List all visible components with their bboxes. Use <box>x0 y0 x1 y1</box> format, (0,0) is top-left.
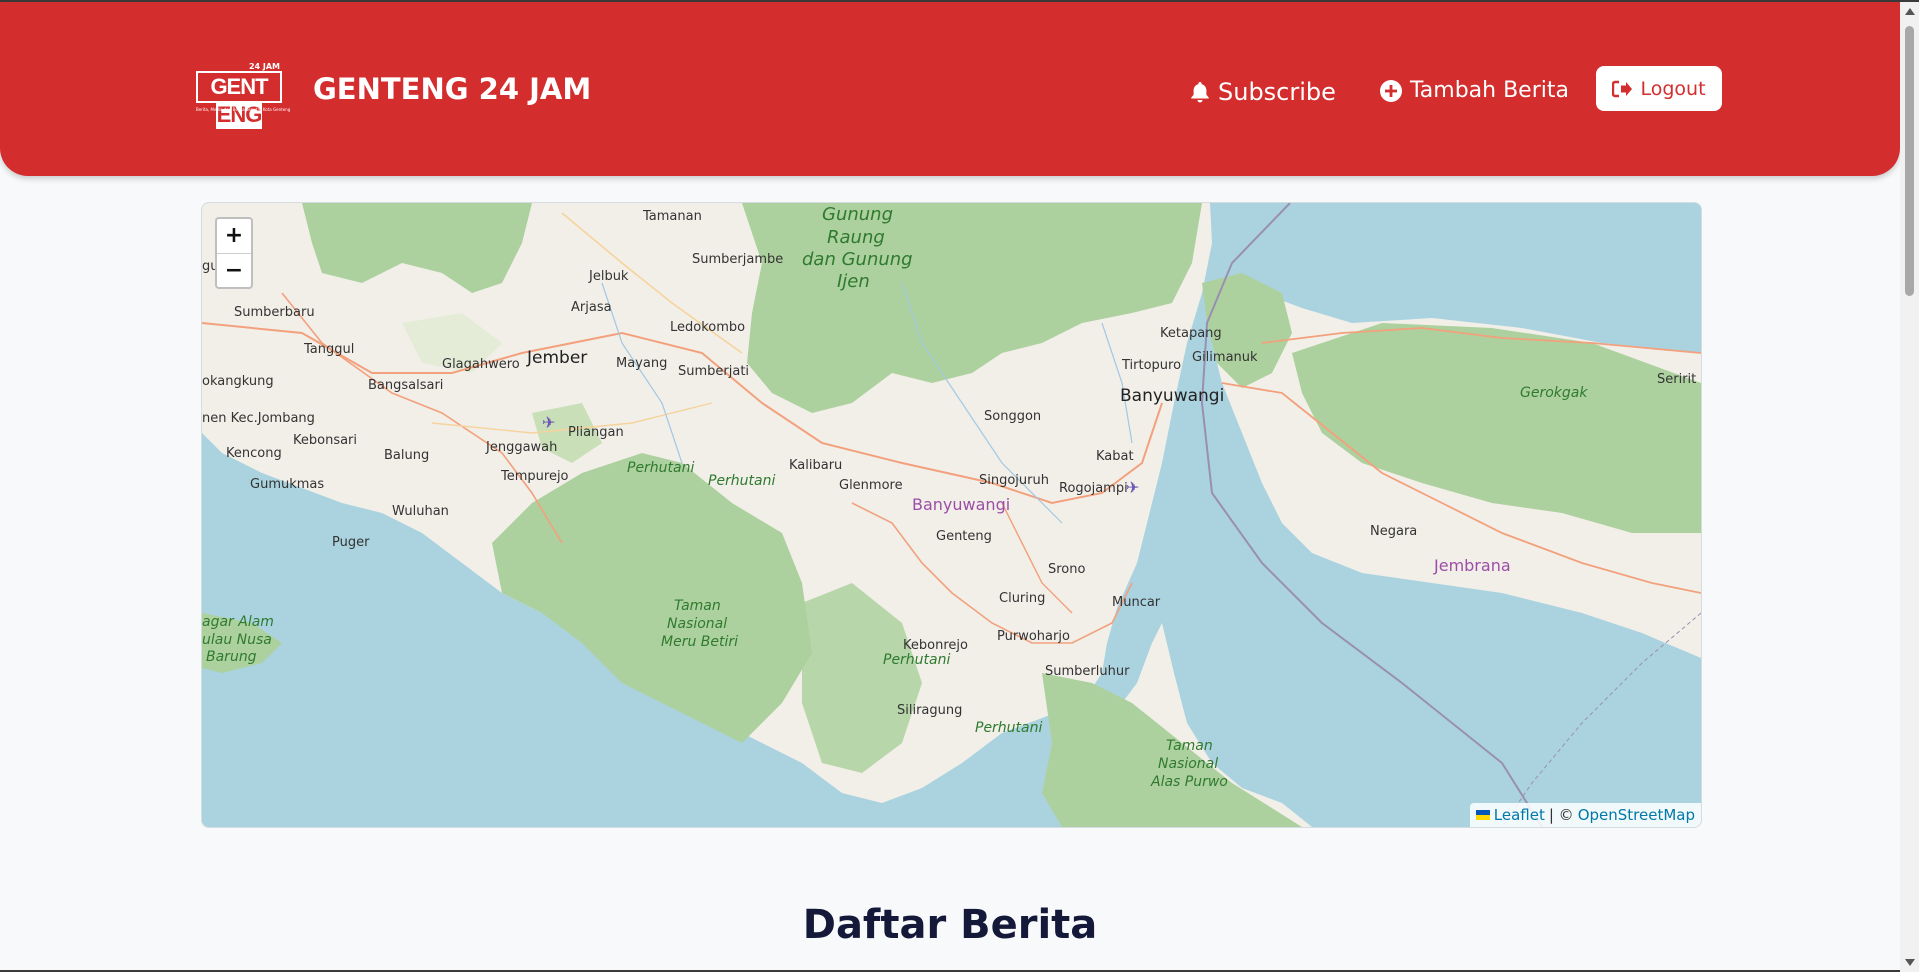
map-label: Siliragung <box>897 703 962 718</box>
attribution-separator: | © <box>1548 806 1574 824</box>
map-label: Kebonsari <box>293 433 357 448</box>
map-label: Seririt <box>1657 372 1696 387</box>
logo-tagline: Berita, Media dan Berita Seputar Kota Ge… <box>196 107 291 112</box>
tambah-berita-label: Tambah Berita <box>1410 78 1569 103</box>
map-label: Negara <box>1370 524 1417 539</box>
map-label: Purwoharjo <box>997 629 1070 644</box>
map-label: Srono <box>1048 562 1086 577</box>
map-label: Jember <box>526 348 587 368</box>
map-label: ulau Nusa <box>202 632 272 648</box>
map-label: Perhutani <box>975 720 1042 736</box>
tambah-berita-link[interactable]: Tambah Berita <box>1380 78 1569 103</box>
site-logo[interactable]: 24 JAM GENTENG Berita, Media dan Berita … <box>196 62 290 129</box>
map-label: Bangsalsari <box>368 378 443 393</box>
subscribe-label: Subscribe <box>1218 78 1336 106</box>
map-label: Sumberjati <box>678 364 749 379</box>
map-label: nen Kec.Jombang <box>202 411 315 426</box>
map-label: Taman <box>674 598 721 614</box>
map-label: Kebonrejo <box>903 638 968 653</box>
map-attribution: Leaflet | © OpenStreetMap <box>1469 803 1701 827</box>
zoom-control: + − <box>215 217 253 289</box>
subscribe-link[interactable]: Subscribe <box>1190 78 1336 106</box>
map-label: Gilimanuk <box>1192 350 1258 365</box>
map-label: Cluring <box>999 591 1045 606</box>
map-label: dan Gunung <box>802 249 913 270</box>
map-label: Glenmore <box>839 478 903 493</box>
svg-text:✈: ✈ <box>1126 478 1139 497</box>
map-label: Songgon <box>984 409 1041 424</box>
map-label: Nasional <box>667 616 727 632</box>
map-label: Gerokgak <box>1520 385 1588 401</box>
map-label: Kalibaru <box>789 458 842 473</box>
map-label: Raung <box>827 227 885 248</box>
site-header: 24 JAM GENTENG Berita, Media dan Berita … <box>0 2 1900 176</box>
map-label: Rogojampi <box>1059 481 1128 496</box>
plus-circle-icon <box>1380 79 1402 102</box>
map-label: Banyuwangi <box>1120 386 1224 406</box>
map-label: agar Alam <box>202 614 274 630</box>
logout-button[interactable]: Logout <box>1596 66 1722 111</box>
map-label: Gunung <box>822 204 893 225</box>
map-label: Taman <box>1166 738 1213 754</box>
map-label: Ijen <box>837 271 870 292</box>
map-label: Tamanan <box>642 209 702 224</box>
openstreetmap-link[interactable]: OpenStreetMap <box>1578 806 1695 824</box>
map-label: Pliangan <box>568 425 624 440</box>
map-label: Sumberjambe <box>692 252 783 267</box>
map-label: Perhutani <box>627 460 694 476</box>
map-label: Mayang <box>616 356 667 371</box>
map-label: Barung <box>206 649 257 665</box>
map-label: Jembrana <box>1433 556 1511 575</box>
map-label: Kabat <box>1096 449 1134 464</box>
leaflet-link[interactable]: Leaflet <box>1494 806 1545 824</box>
map-label: Balung <box>384 448 429 463</box>
scroll-up-arrow-icon[interactable] <box>1905 8 1915 15</box>
map-label: Genteng <box>936 529 992 544</box>
map-label: Wuluhan <box>392 504 449 519</box>
logo-wordmark: GENTENG <box>196 71 282 129</box>
zoom-in-button[interactable]: + <box>217 219 251 254</box>
map-label: Ledokombo <box>670 320 745 335</box>
logo-top-text: 24 JAM <box>248 62 280 71</box>
map-label: Tempurejo <box>500 469 569 484</box>
map-label: Muncar <box>1112 595 1161 610</box>
ukraine-flag-icon <box>1475 810 1490 820</box>
map-label: Puger <box>332 535 370 550</box>
map-label: Gumukmas <box>250 477 324 492</box>
scroll-down-arrow-icon[interactable] <box>1905 959 1915 966</box>
section-title: Daftar Berita <box>802 902 1098 948</box>
map-label: Arjasa <box>571 300 612 315</box>
map-label: Kencong <box>226 446 282 461</box>
map-label: Sumberluhur <box>1045 664 1130 679</box>
bell-icon <box>1191 82 1209 103</box>
map-label: Banyuwangi <box>912 495 1010 514</box>
map-label: Tirtopuro <box>1121 358 1181 373</box>
page-scrollbar[interactable] <box>1900 2 1919 972</box>
map-label: Nasional <box>1158 756 1218 772</box>
svg-text:✈: ✈ <box>542 413 555 432</box>
map-label: Jelbuk <box>588 269 629 284</box>
map-tiles: ✈ ✈ Tamanan Gunung Raung dan Gunung Ijen… <box>202 203 1701 827</box>
zoom-out-button[interactable]: − <box>217 254 251 288</box>
map-label: Alas Purwo <box>1150 774 1228 790</box>
map-label: okangkung <box>202 374 274 389</box>
map-label: Perhutani <box>708 473 775 489</box>
map-label: Singojuruh <box>979 473 1049 488</box>
scrollbar-thumb[interactable] <box>1905 26 1914 296</box>
map-label: Tanggul <box>303 342 354 357</box>
map-label: Glagahwero <box>442 357 520 372</box>
logout-label: Logout <box>1640 77 1706 100</box>
map-label: Sumberbaru <box>234 305 315 320</box>
map[interactable]: ✈ ✈ Tamanan Gunung Raung dan Gunung Ijen… <box>201 202 1702 828</box>
map-label: Jenggawah <box>485 440 557 455</box>
map-label: Ketapang <box>1160 326 1222 341</box>
map-label: Meru Betiri <box>661 634 738 650</box>
map-label: Perhutani <box>883 652 950 668</box>
sign-out-icon <box>1612 80 1633 97</box>
site-title[interactable]: GENTENG 24 JAM <box>313 72 591 106</box>
